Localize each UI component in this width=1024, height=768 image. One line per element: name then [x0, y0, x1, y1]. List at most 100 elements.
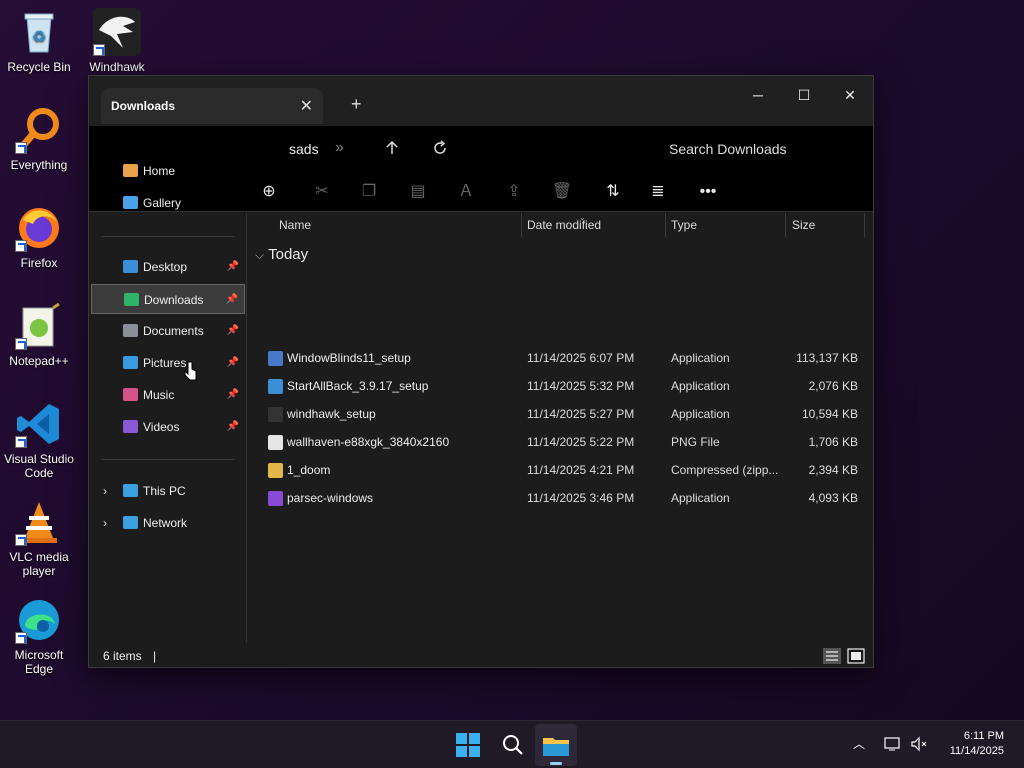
nav-item-desktop[interactable]: Desktop 📌: [91, 252, 245, 282]
mouse-cursor-icon: [184, 361, 197, 381]
file-type: Application: [671, 491, 730, 505]
tab-downloads[interactable]: Downloads ✕: [101, 88, 323, 124]
search-downloads-input[interactable]: Search Downloads: [669, 141, 787, 157]
desktop-icon-vscode[interactable]: Visual Studio Code: [0, 400, 78, 480]
system-clock[interactable]: 6:11 PM 11/14/2025: [950, 729, 1004, 759]
table-row[interactable]: parsec-windows 11/14/2025 3:46 PM Applicat…: [248, 484, 858, 512]
pictures-icon: [123, 356, 138, 369]
gallery-icon: [123, 196, 138, 209]
status-bar: 6 items |: [89, 643, 873, 667]
pin-icon: 📌: [226, 421, 239, 432]
nav-item-network[interactable]: › Network: [91, 508, 245, 538]
table-row[interactable]: WindowBlinds11_setup 11/14/2025 6:07 PM Ap…: [248, 344, 858, 372]
everything-icon: [15, 106, 63, 154]
clock-date: 11/14/2025: [949, 745, 1004, 757]
nav-item-downloads[interactable]: Downloads 📌: [91, 284, 245, 314]
maximize-button[interactable]: ☐: [781, 80, 827, 110]
table-row[interactable]: wallhaven-e88xgk_3840x2160 11/14/2025 5:2…: [248, 428, 858, 456]
nav-item-documents[interactable]: Documents 📌: [91, 316, 245, 346]
details-view-icon[interactable]: [823, 648, 841, 664]
close-tab-icon[interactable]: ✕: [300, 96, 313, 116]
taskbar: ︿ 6:11 PM 11/14/2025: [0, 720, 1024, 768]
windhawk-label: Windhawk: [89, 60, 145, 74]
refresh-icon[interactable]: [432, 140, 448, 156]
group-header-today[interactable]: ⌵ Today: [255, 246, 308, 263]
file-name: wallhaven-e88xgk_3840x2160: [287, 435, 450, 449]
desktop-icon-notepadpp[interactable]: Notepad++: [0, 302, 78, 368]
table-row[interactable]: StartAllBack_3.9.17_setup 11/14/2025 5:32…: [248, 372, 858, 400]
desktop-icon-recycle-bin[interactable]: ♻ Recycle Bin: [0, 8, 78, 74]
desktop-icon-windhawk[interactable]: Windhawk: [78, 8, 156, 74]
sort-icon[interactable]: ⇅: [599, 178, 627, 206]
up-arrow-icon[interactable]: [384, 140, 400, 156]
desktop-icon-everything[interactable]: Everything: [0, 106, 78, 172]
pin-icon: 📌: [226, 325, 239, 336]
column-divider[interactable]: [864, 213, 865, 237]
copy-icon[interactable]: ❐: [355, 178, 383, 206]
desktop-icon-edge[interactable]: Microsoft Edge: [0, 596, 78, 676]
clock-time: 6:11 PM: [963, 730, 1004, 742]
rename-icon[interactable]: Ａ: [452, 178, 480, 206]
column-header-date[interactable]: Date modified: [527, 213, 601, 237]
file-icon: [268, 379, 283, 394]
pin-icon: 📌: [226, 357, 239, 368]
table-row[interactable]: windhawk_setup 11/14/2025 5:27 PM Applicat…: [248, 400, 858, 428]
notepadpp-icon: [15, 302, 63, 350]
file-icon: [268, 491, 283, 506]
close-window-button[interactable]: ✕: [827, 80, 873, 110]
share-icon[interactable]: ⇪: [500, 178, 528, 206]
new-item-icon[interactable]: ⊕: [255, 178, 283, 206]
nav-item-label: Downloads: [144, 293, 204, 307]
title-bar[interactable]: Downloads ✕ + ─ ☐ ✕: [89, 76, 873, 126]
network-status-icon[interactable]: [884, 736, 902, 752]
recycle-bin-icon: ♻: [15, 8, 63, 56]
taskbar-file-explorer[interactable]: [535, 724, 577, 766]
file-name: StartAllBack_3.9.17_setup: [287, 379, 429, 393]
minimize-button[interactable]: ─: [735, 80, 781, 110]
expand-chevron-icon[interactable]: ›: [103, 476, 107, 506]
file-size: 113,137 KB: [796, 351, 858, 365]
column-divider[interactable]: [665, 213, 666, 237]
nav-item-music[interactable]: Music 📌: [91, 380, 245, 410]
show-hidden-icons-icon[interactable]: ︿: [853, 735, 865, 752]
nav-item-home[interactable]: Home: [91, 156, 245, 186]
nav-item-gallery[interactable]: Gallery: [91, 188, 245, 218]
start-button-icon[interactable]: [450, 727, 486, 763]
file-type: Compressed (zipp...: [671, 463, 779, 477]
chevron-down-icon: ⌵: [255, 248, 265, 262]
status-separator: |: [153, 649, 157, 663]
column-header-type[interactable]: Type: [671, 213, 697, 237]
file-size: 1,706 KB: [808, 435, 858, 449]
forward-icon[interactable]: »: [335, 139, 344, 157]
file-icon: [268, 463, 283, 478]
column-header-name[interactable]: Name: [279, 213, 311, 237]
column-header-size[interactable]: Size: [792, 213, 815, 237]
file-icon: [268, 351, 283, 366]
item-count: 6 items: [103, 649, 142, 663]
search-icon[interactable]: [495, 727, 531, 763]
column-divider[interactable]: [785, 213, 786, 237]
column-divider[interactable]: [521, 213, 522, 237]
running-indicator: [550, 762, 562, 765]
view-icon[interactable]: ≣: [644, 178, 672, 206]
address-path[interactable]: sads: [289, 141, 319, 157]
desktop-icon-vlc[interactable]: VLC media player: [0, 498, 78, 578]
table-row[interactable]: 1_doom 11/14/2025 4:21 PM Compressed (zipp…: [248, 456, 858, 484]
music-icon: [123, 388, 138, 401]
volume-muted-icon[interactable]: [910, 736, 928, 752]
cut-icon[interactable]: ✂: [308, 178, 336, 206]
expand-chevron-icon[interactable]: ›: [103, 508, 107, 538]
file-size: 4,093 KB: [808, 491, 858, 505]
shortcut-arrow-icon: [15, 142, 27, 154]
delete-icon[interactable]: 🗑: [548, 178, 576, 206]
nav-item-pictures[interactable]: Pictures 📌: [91, 348, 245, 378]
new-tab-button[interactable]: +: [351, 94, 362, 115]
downloads-icon: [124, 293, 139, 306]
desktop-icon-firefox[interactable]: Firefox: [0, 204, 78, 270]
file-explorer-icon: [543, 738, 569, 756]
paste-icon[interactable]: ▤: [404, 178, 432, 206]
tiles-view-icon[interactable]: [847, 648, 865, 664]
more-options-icon[interactable]: •••: [694, 178, 722, 206]
nav-item-videos[interactable]: Videos 📌: [91, 412, 245, 442]
nav-item-this-pc[interactable]: › This PC: [91, 476, 245, 506]
